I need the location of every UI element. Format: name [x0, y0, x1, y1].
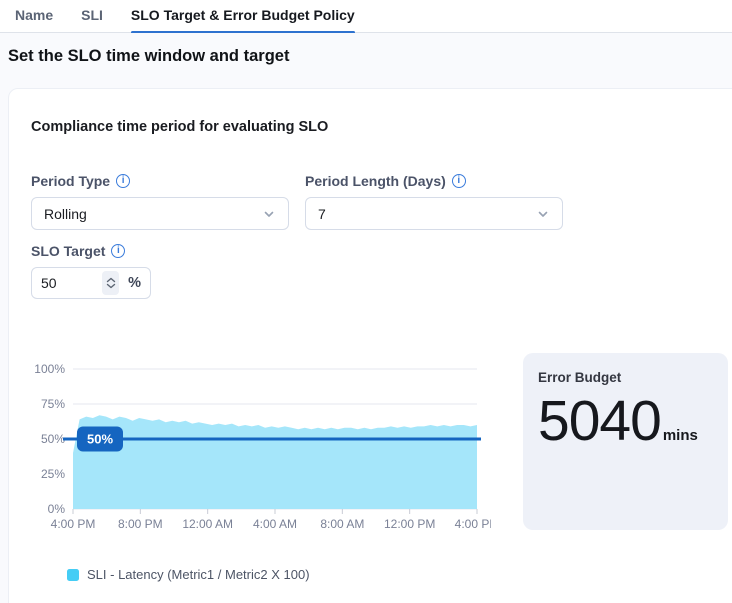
svg-text:12:00 PM: 12:00 PM: [384, 517, 435, 531]
chart-legend-item[interactable]: SLI - Latency (Metric1 / Metric2 X 100): [67, 567, 310, 582]
error-budget-card: Error Budget 5040mins: [523, 353, 728, 530]
svg-text:8:00 AM: 8:00 AM: [320, 517, 364, 531]
svg-text:100%: 100%: [34, 362, 65, 376]
slo-target-label: SLO Target i: [31, 243, 125, 259]
period-type-value: Rolling: [44, 206, 87, 222]
legend-label: SLI - Latency (Metric1 / Metric2 X 100): [87, 567, 310, 582]
svg-text:4:00 PM: 4:00 PM: [455, 517, 491, 531]
page-background: Set the SLO time window and target Compl…: [0, 33, 732, 603]
section-title: Set the SLO time window and target: [8, 47, 289, 66]
slo-preview-chart: 0% 25% 50% 75% 100% 4:00 PM 8:00 PM 12:00 AM 4:0…: [31, 359, 491, 544]
svg-text:50%: 50%: [41, 432, 65, 446]
chevron-down-icon: [262, 207, 276, 221]
info-icon[interactable]: i: [452, 174, 466, 188]
svg-text:12:00 AM: 12:00 AM: [182, 517, 233, 531]
period-length-label-text: Period Length (Days): [305, 173, 446, 189]
period-type-label-text: Period Type: [31, 173, 110, 189]
period-type-select[interactable]: Rolling: [31, 197, 289, 230]
percent-unit-label: %: [128, 275, 141, 291]
tab-sli[interactable]: SLI: [81, 0, 103, 33]
svg-text:4:00 AM: 4:00 AM: [253, 517, 297, 531]
svg-text:0%: 0%: [48, 502, 66, 516]
tab-name[interactable]: Name: [15, 0, 53, 33]
error-budget-unit: mins: [663, 427, 698, 444]
svg-text:8:00 PM: 8:00 PM: [118, 517, 163, 531]
slo-target-label-text: SLO Target: [31, 243, 105, 259]
svg-text:75%: 75%: [41, 397, 65, 411]
tab-slo-target-error-budget[interactable]: SLO Target & Error Budget Policy: [131, 0, 355, 33]
period-length-label: Period Length (Days) i: [305, 173, 466, 189]
svg-text:50%: 50%: [87, 432, 113, 447]
svg-text:25%: 25%: [41, 467, 65, 481]
slo-target-field: %: [31, 267, 151, 299]
chevron-down-icon: [536, 207, 550, 221]
slo-settings-panel: Compliance time period for evaluating SL…: [8, 88, 732, 603]
error-budget-value: 5040: [538, 389, 661, 453]
slo-target-input[interactable]: [41, 275, 93, 291]
form-tabs: Name SLI SLO Target & Error Budget Polic…: [0, 0, 732, 33]
period-length-select[interactable]: 7: [305, 197, 563, 230]
svg-text:4:00 PM: 4:00 PM: [51, 517, 96, 531]
info-icon[interactable]: i: [111, 244, 125, 258]
info-icon[interactable]: i: [116, 174, 130, 188]
period-length-value: 7: [318, 206, 326, 222]
error-budget-title: Error Budget: [538, 370, 713, 385]
number-stepper[interactable]: [102, 271, 119, 295]
period-type-label: Period Type i: [31, 173, 130, 189]
legend-swatch: [67, 569, 79, 581]
compliance-subtitle: Compliance time period for evaluating SL…: [31, 119, 328, 135]
